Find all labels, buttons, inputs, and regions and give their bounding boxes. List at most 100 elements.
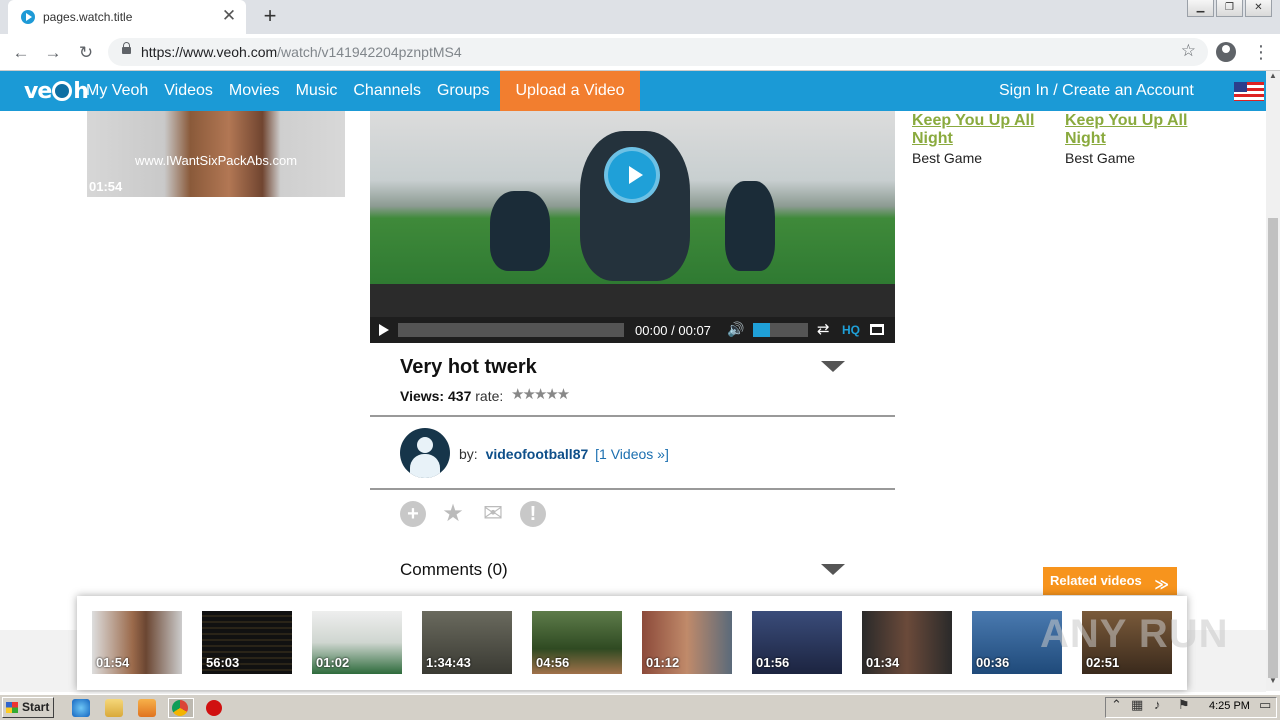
ie-icon[interactable]	[72, 699, 90, 717]
volume-fill	[753, 323, 770, 337]
logo-text-start: ve	[24, 79, 52, 104]
veoh-favicon-icon	[21, 10, 35, 24]
left-video-thumbnail[interactable]: www.IWantSixPackAbs.com 01:54	[87, 111, 345, 197]
bookmark-star-icon[interactable]: ☆	[1181, 41, 1196, 61]
nav-groups[interactable]: Groups	[437, 82, 489, 100]
volume-slider[interactable]	[753, 323, 808, 337]
network-icon[interactable]: ▦	[1131, 697, 1143, 713]
email-icon[interactable]: ✉	[480, 501, 506, 527]
comments-heading[interactable]: Comments (0)	[400, 560, 508, 580]
author-info: by: videofootball87 [1 Videos »]	[370, 417, 895, 490]
sidebar-category: Best Game	[912, 150, 983, 166]
comments-toggle-icon[interactable]	[821, 564, 845, 575]
loop-icon[interactable]: ⇄	[817, 320, 830, 338]
sidebar-link-line1[interactable]: Keep You Up All	[912, 112, 1052, 130]
related-video-duration: 02:51	[1086, 655, 1120, 670]
video-frame[interactable]	[370, 111, 895, 284]
player-controls: 00:00 / 00:07 🔊 ⇄ HQ	[370, 317, 895, 343]
lock-icon	[122, 42, 131, 54]
related-video-duration: 00:36	[976, 655, 1010, 670]
video-actions: + ★ ✉ !	[400, 501, 560, 527]
volume-tray-icon[interactable]: ♪	[1154, 697, 1161, 712]
browser-toolbar: ← → ↻ https://www.veoh.com/watch/v141942…	[0, 34, 1280, 71]
related-video-thumbnail[interactable]: 01:02	[312, 611, 402, 674]
upload-video-button[interactable]: Upload a Video	[500, 71, 640, 111]
scroll-up-icon[interactable]: ▲	[1266, 71, 1280, 85]
nav-channels[interactable]: Channels	[353, 82, 421, 100]
flag-tray-icon[interactable]: ⚑	[1178, 697, 1190, 713]
related-video-duration: 56:03	[206, 655, 240, 670]
related-videos-label: Related videos	[1050, 573, 1142, 588]
forward-icon[interactable]: →	[42, 42, 64, 64]
fullscreen-icon[interactable]	[870, 324, 884, 335]
video-title: Very hot twerk	[400, 356, 537, 378]
url-host: https://www.veoh.com	[141, 44, 278, 60]
related-video-thumbnail[interactable]: 01:34	[862, 611, 952, 674]
related-video-thumbnail[interactable]: 01:12	[642, 611, 732, 674]
start-button[interactable]: Start	[2, 697, 54, 718]
avatar[interactable]	[400, 428, 450, 478]
related-video-thumbnail[interactable]: 04:56	[532, 611, 622, 674]
taskbar-clock: 4:25 PM	[1209, 700, 1250, 712]
nav-movies[interactable]: Movies	[229, 82, 280, 100]
related-video-duration: 01:02	[316, 655, 350, 670]
sidebar-category: Best Game	[1065, 150, 1136, 166]
tray-expand-icon[interactable]: ⌃	[1111, 697, 1122, 713]
related-video-thumbnail[interactable]: 01:56	[752, 611, 842, 674]
nav-videos[interactable]: Videos	[164, 82, 213, 100]
big-play-icon[interactable]	[604, 147, 660, 203]
back-icon[interactable]: ←	[10, 42, 32, 64]
restore-button[interactable]: ❐	[1216, 0, 1243, 17]
rate-label: rate:	[475, 388, 504, 404]
related-videos-strip: 01:54 56:03 01:02 1:34:43 04:56 01:12 01…	[77, 596, 1187, 690]
thumbnail-watermark: www.IWantSixPackAbs.com	[135, 153, 298, 168]
sidebar-link-line1[interactable]: Keep You Up All	[1065, 112, 1205, 130]
veoh-logo[interactable]: ve h	[24, 79, 89, 104]
reload-icon[interactable]: ↻	[75, 42, 97, 64]
folder-icon[interactable]	[105, 699, 123, 717]
nav-links: My Veoh Videos Movies Music Channels Gro…	[86, 71, 505, 111]
close-window-button[interactable]: ✕	[1245, 0, 1272, 17]
play-icon[interactable]	[379, 324, 389, 336]
show-desktop-icon[interactable]: ▭	[1259, 697, 1271, 713]
nav-music[interactable]: Music	[296, 82, 338, 100]
profile-avatar-icon[interactable]	[1216, 42, 1236, 62]
anyrun-watermark: ANY RUN	[1040, 612, 1229, 656]
related-video-thumbnail[interactable]: 1:34:43	[422, 611, 512, 674]
time-display: 00:00 / 00:07	[635, 323, 711, 338]
alert-icon[interactable]	[206, 700, 222, 716]
report-flag-icon[interactable]: !	[520, 501, 546, 527]
related-video-duration: 01:54	[96, 655, 130, 670]
sidebar-link-line2[interactable]: Night	[912, 130, 1052, 148]
browser-tab[interactable]: pages.watch.title ✕	[8, 0, 246, 34]
signin-link[interactable]: Sign In / Create an Account	[999, 82, 1194, 100]
scroll-down-icon[interactable]: ▼	[1266, 676, 1280, 690]
sidebar-link-line2[interactable]: Night	[1065, 130, 1205, 148]
related-video-thumbnail[interactable]: 01:54	[92, 611, 182, 674]
related-video-duration: 1:34:43	[426, 655, 471, 670]
rating-stars[interactable]: ★★★★★	[511, 385, 570, 403]
nav-my-veoh[interactable]: My Veoh	[86, 82, 148, 100]
scrollbar-thumb[interactable]	[1268, 218, 1278, 678]
us-flag-icon[interactable]	[1234, 82, 1264, 101]
browser-menu-icon[interactable]: ⋮	[1252, 41, 1270, 63]
media-player-icon[interactable]	[138, 699, 156, 717]
tab-close-icon[interactable]: ✕	[220, 7, 238, 25]
details-toggle-icon[interactable]	[821, 361, 845, 372]
related-video-thumbnail[interactable]: 56:03	[202, 611, 292, 674]
author-videos-link[interactable]: [1 Videos »]	[595, 446, 669, 462]
add-to-playlist-icon[interactable]: +	[400, 501, 426, 527]
hq-button[interactable]: HQ	[842, 323, 860, 337]
video-player[interactable]: 00:00 / 00:07 🔊 ⇄ HQ	[370, 111, 895, 343]
new-tab-button[interactable]: +	[258, 5, 282, 29]
volume-icon[interactable]: 🔊	[727, 321, 744, 338]
author-username-link[interactable]: videofootball87	[486, 446, 589, 462]
progress-bar[interactable]	[398, 323, 624, 337]
window-controls: ▁ ❐ ✕	[1185, 0, 1272, 18]
minimize-button[interactable]: ▁	[1187, 0, 1214, 17]
favorite-star-icon[interactable]: ★	[440, 501, 466, 527]
tab-title: pages.watch.title	[43, 10, 133, 24]
browser-tabstrip: pages.watch.title ✕ + ▁ ❐ ✕	[0, 0, 1280, 34]
address-bar[interactable]: https://www.veoh.com/watch/v141942204pzn…	[108, 38, 1208, 66]
related-videos-toggle[interactable]: Related videos ≫	[1043, 567, 1177, 595]
